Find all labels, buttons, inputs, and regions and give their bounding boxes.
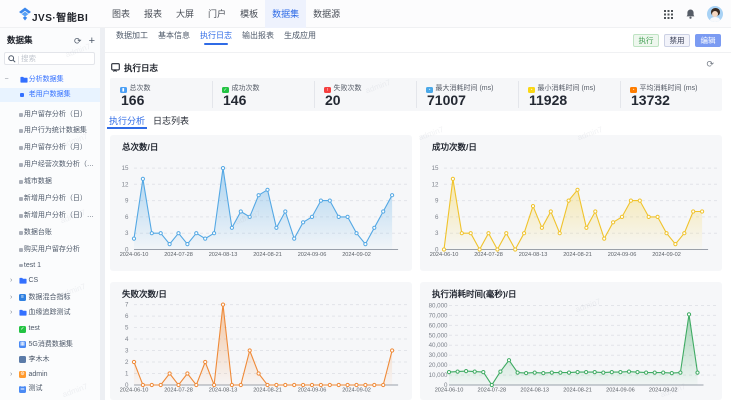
- svg-text:2024-07-28: 2024-07-28: [164, 252, 193, 258]
- svg-text:3: 3: [435, 230, 439, 237]
- svg-text:2024-09-06: 2024-09-06: [608, 252, 637, 258]
- svg-text:2024-09-06: 2024-09-06: [298, 388, 327, 394]
- svg-text:15: 15: [432, 165, 439, 172]
- svg-text:4: 4: [125, 336, 129, 343]
- svg-text:2024-06-10: 2024-06-10: [435, 388, 464, 394]
- svg-text:9: 9: [435, 198, 439, 205]
- svg-text:9: 9: [125, 198, 129, 205]
- svg-text:2024-06-10: 2024-06-10: [120, 252, 149, 258]
- svg-text:12: 12: [432, 181, 439, 188]
- svg-text:50,000: 50,000: [429, 332, 448, 339]
- svg-text:5: 5: [125, 325, 129, 332]
- svg-text:2024-08-21: 2024-08-21: [253, 388, 282, 394]
- svg-text:6: 6: [125, 214, 129, 221]
- svg-text:2024-07-28: 2024-07-28: [477, 388, 506, 394]
- svg-text:80,000: 80,000: [429, 303, 448, 310]
- svg-text:2024-08-21: 2024-08-21: [563, 252, 592, 258]
- svg-text:2024-08-21: 2024-08-21: [563, 388, 592, 394]
- svg-text:70,000: 70,000: [429, 312, 448, 319]
- svg-text:2024-07-28: 2024-07-28: [474, 252, 503, 258]
- svg-text:2024-06-10: 2024-06-10: [120, 388, 149, 394]
- svg-text:1: 1: [125, 371, 129, 378]
- svg-text:6: 6: [435, 214, 439, 221]
- svg-text:15: 15: [122, 165, 129, 172]
- svg-text:2024-08-21: 2024-08-21: [253, 252, 282, 258]
- svg-text:60,000: 60,000: [429, 322, 448, 329]
- svg-text:2024-08-13: 2024-08-13: [520, 388, 549, 394]
- svg-text:2024-09-02: 2024-09-02: [652, 252, 681, 258]
- svg-text:3: 3: [125, 348, 129, 355]
- svg-text:12: 12: [122, 181, 129, 188]
- svg-text:20,000: 20,000: [429, 362, 448, 369]
- svg-text:2024-08-13: 2024-08-13: [209, 252, 238, 258]
- svg-text:7: 7: [125, 302, 129, 309]
- svg-text:10,000: 10,000: [429, 372, 448, 379]
- svg-text:2024-09-02: 2024-09-02: [342, 252, 371, 258]
- svg-text:6: 6: [125, 313, 129, 320]
- svg-text:30,000: 30,000: [429, 352, 448, 359]
- svg-text:2024-09-02: 2024-09-02: [342, 388, 371, 394]
- svg-text:2024-07-28: 2024-07-28: [164, 388, 193, 394]
- svg-text:2024-09-06: 2024-09-06: [606, 388, 635, 394]
- svg-text:2024-08-13: 2024-08-13: [209, 388, 238, 394]
- svg-text:3: 3: [125, 230, 129, 237]
- svg-text:2024-06-10: 2024-06-10: [430, 252, 459, 258]
- svg-text:2: 2: [125, 359, 129, 366]
- svg-text:2024-08-13: 2024-08-13: [519, 252, 548, 258]
- svg-text:40,000: 40,000: [429, 342, 448, 349]
- svg-text:2024-09-06: 2024-09-06: [298, 252, 327, 258]
